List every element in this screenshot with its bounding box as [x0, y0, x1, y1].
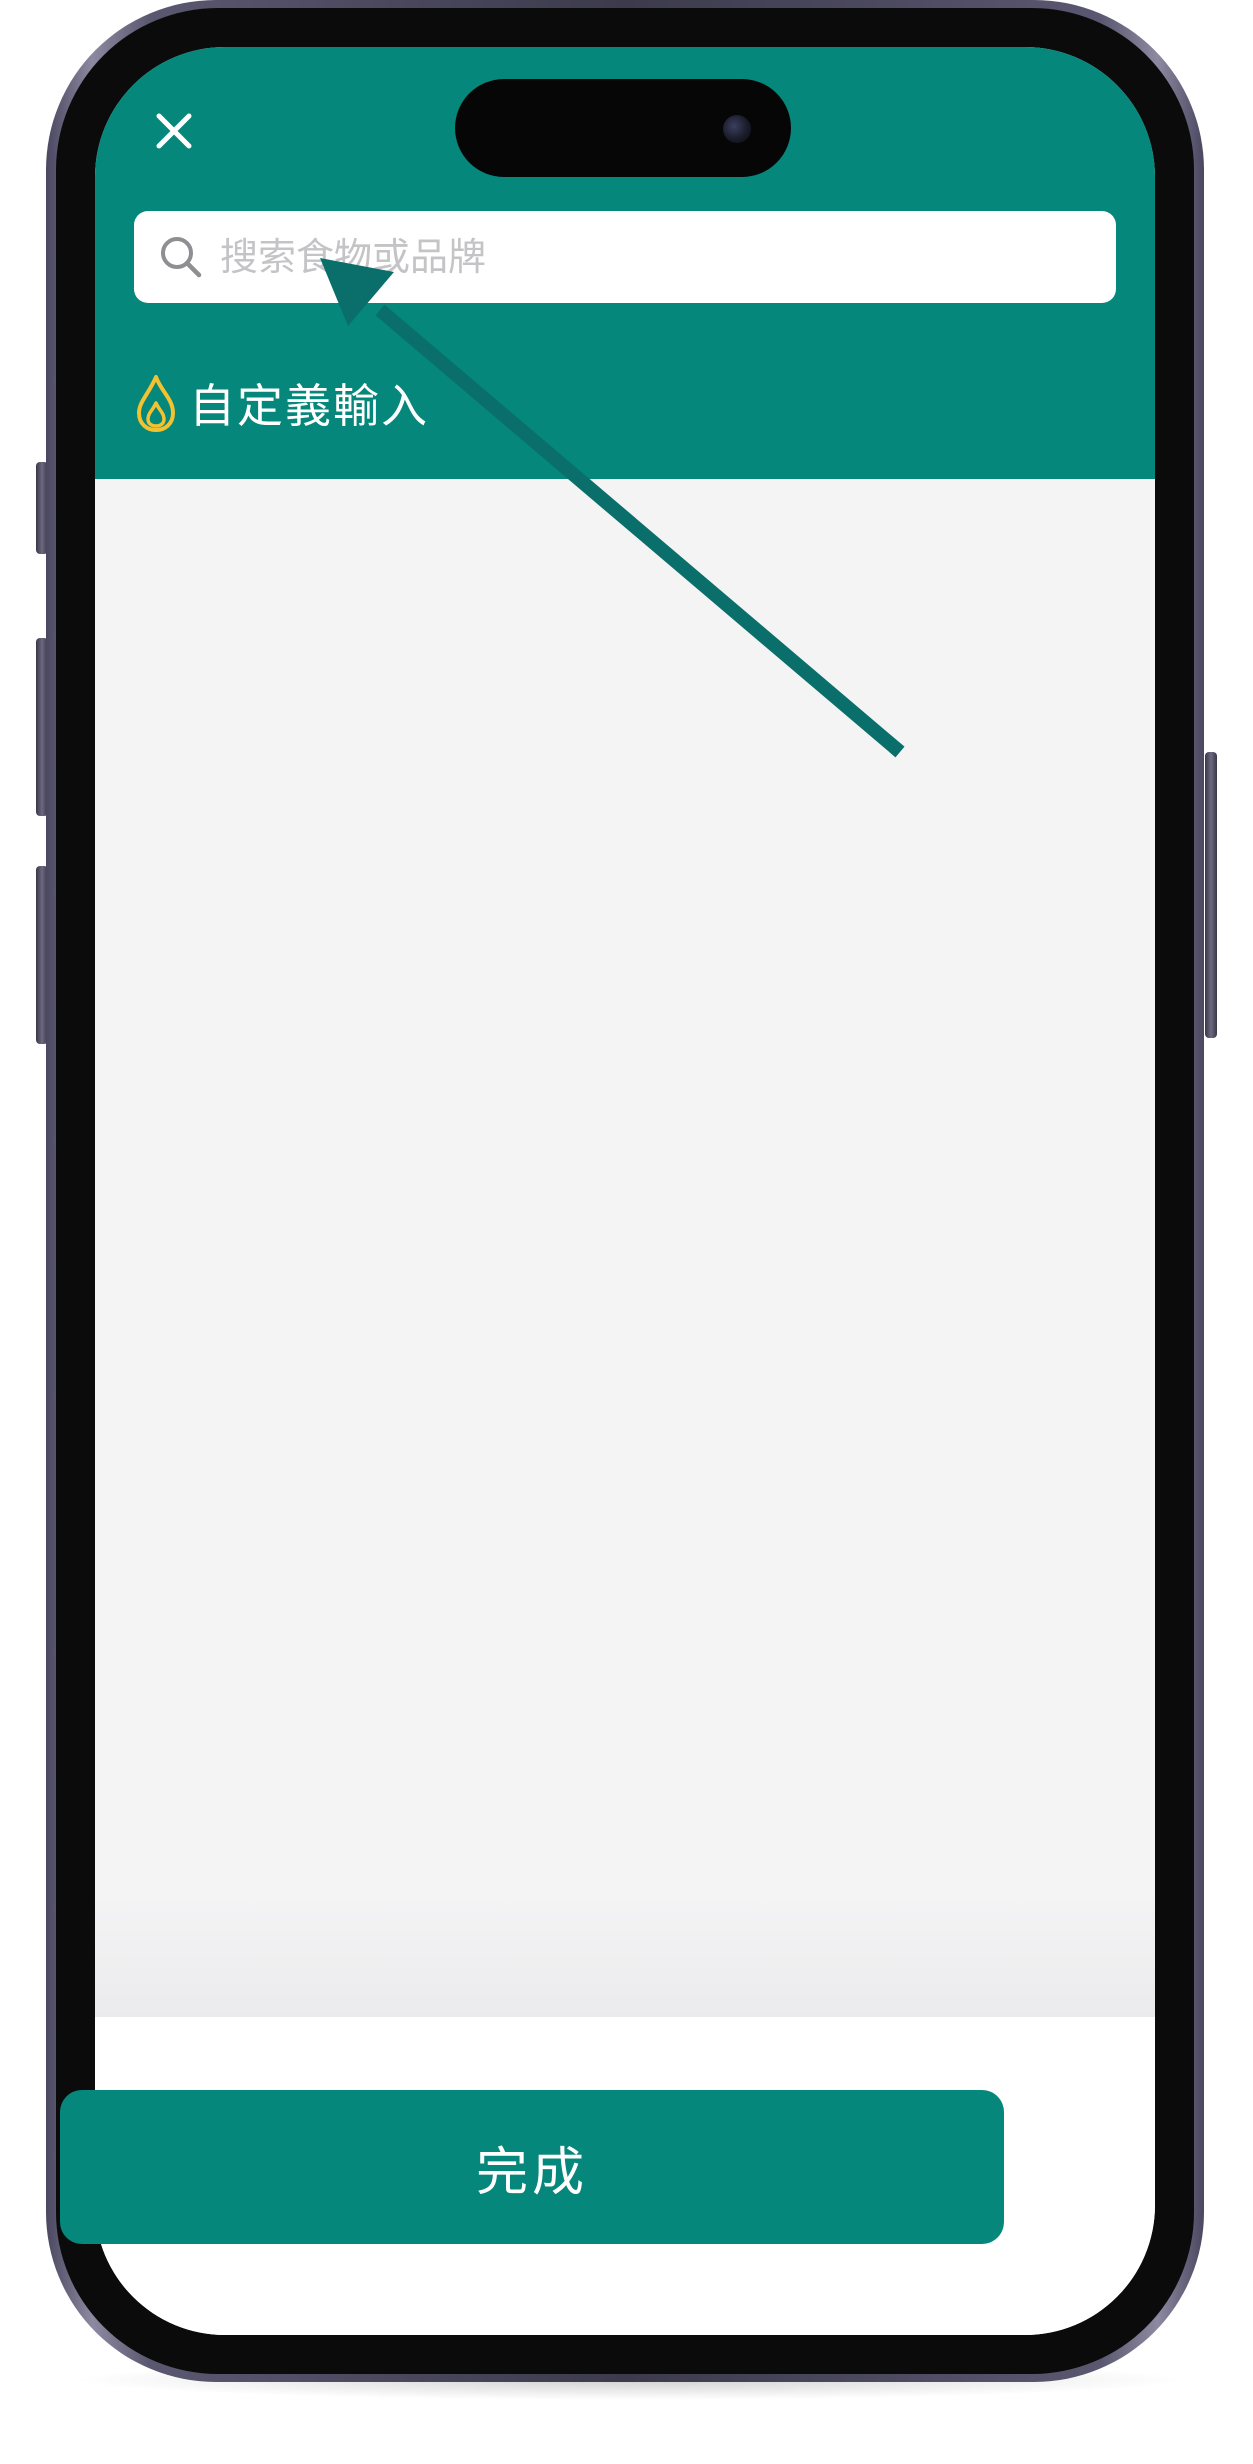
done-button[interactable]: 完成: [60, 2090, 1004, 2244]
flame-icon: [137, 375, 175, 432]
custom-entry-label: 自定義輸入: [189, 379, 429, 433]
search-icon: [161, 237, 202, 278]
close-icon: [156, 113, 192, 149]
close-button[interactable]: [150, 107, 198, 155]
custom-entry-button[interactable]: 自定義輸入: [135, 367, 429, 439]
search-bar[interactable]: [134, 211, 1116, 303]
camera-lens-icon: [723, 115, 751, 143]
page: 自定義輸入 完成: [0, 0, 1253, 2464]
search-results-area: [95, 479, 1155, 2017]
dynamic-island: [455, 79, 791, 177]
phone-screen: 自定義輸入: [95, 47, 1155, 2335]
header: 自定義輸入: [95, 47, 1155, 479]
power-button: [1205, 752, 1217, 1038]
search-input[interactable]: [218, 226, 1082, 288]
